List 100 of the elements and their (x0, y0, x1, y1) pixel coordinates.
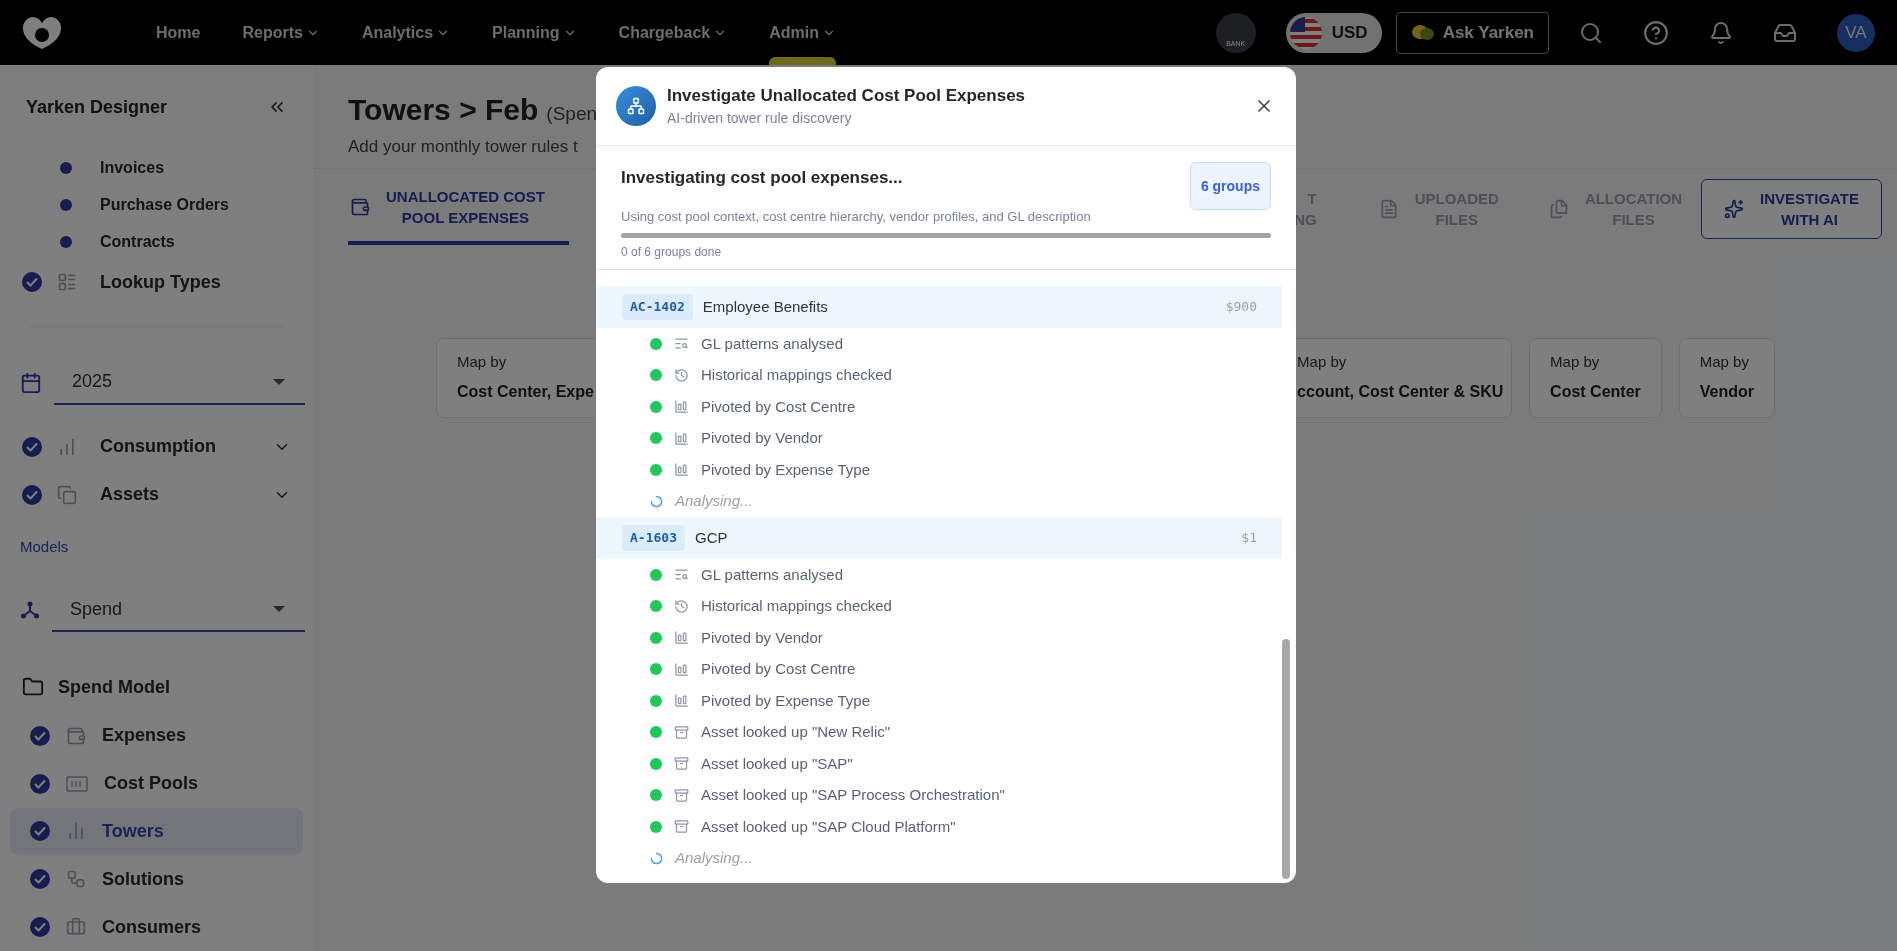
check-circle-icon (22, 484, 42, 505)
bell-icon[interactable] (1709, 20, 1733, 45)
wallet-icon (350, 197, 370, 217)
sidebar-item[interactable]: Towers (10, 807, 303, 856)
page-title: Towers > Feb (348, 92, 539, 128)
dialog-title: Investigate Unallocated Cost Pool Expenses (667, 84, 1027, 107)
nav-menu[interactable]: Home (156, 20, 201, 45)
dropdown-caret-icon (273, 606, 285, 613)
group-amount: $1 (1241, 529, 1257, 548)
stack-icon (57, 484, 77, 505)
ask-button[interactable]: Ask Yarken (1395, 11, 1549, 54)
nav-menu[interactable]: Admin (769, 20, 836, 45)
chart-icon (674, 462, 689, 478)
step-label: Historical mappings checked (701, 596, 892, 616)
step-label: Asset looked up "SAP Process Orchestration" (701, 785, 1005, 805)
chat-bubbles-icon (1410, 22, 1435, 43)
wallet-icon (66, 725, 86, 746)
step-label: Analysing... (675, 848, 753, 868)
map-option-card[interactable]: Map by Vendor (1678, 337, 1775, 418)
step-label: Pivoted by Vendor (701, 627, 823, 648)
sidebar-item[interactable]: Lookup Types (100, 268, 221, 296)
text-search-icon (674, 567, 689, 583)
page-tab[interactable]: UNALLOCATED COST POOL EXPENSES (348, 173, 569, 245)
groups-badge: 6 groups (1189, 162, 1271, 210)
step-label: Pivoted by Expense Type (701, 690, 870, 711)
check-circle-icon (30, 917, 50, 938)
step-label: Pivoted by Vendor (701, 428, 823, 448)
select-field[interactable]: Spend (52, 588, 305, 633)
step-label: GL patterns analysed (701, 564, 844, 585)
list-icon (57, 272, 77, 293)
step-label: Pivoted by Cost Centre (701, 659, 856, 679)
chart-icon (674, 630, 689, 646)
sidebar-item[interactable]: Purchase Orders (100, 192, 229, 217)
group-amount: $900 (1225, 298, 1257, 317)
chart-icon (674, 430, 689, 446)
help-icon[interactable] (1643, 19, 1669, 46)
check-circle-icon (30, 773, 50, 794)
sidebar-item[interactable]: Cost Pools (10, 759, 303, 808)
sidebar-item[interactable]: Consumers (10, 903, 303, 951)
search-icon[interactable] (1579, 20, 1603, 45)
check-circle-icon (22, 272, 42, 293)
sidebar-item[interactable]: Consumption (100, 433, 258, 461)
chart-icon (674, 399, 689, 415)
sidebar-item[interactable]: Solutions (10, 855, 303, 904)
nav-menu[interactable]: Analytics (361, 20, 451, 45)
page-subtitle: Add your monthly tower rules t (348, 136, 579, 158)
scrollbar-thumb[interactable] (1282, 639, 1290, 879)
group-code: A-1603 (622, 525, 685, 551)
sidebar-item[interactable]: Invoices (100, 156, 165, 181)
title-note: (Spen (546, 102, 598, 126)
group-code: AC-1402 (622, 294, 693, 320)
currency-button[interactable]: USD (1285, 12, 1382, 53)
section-heading: Models (20, 537, 69, 558)
investigate-button[interactable]: INVESTIGATE WITH AI (1701, 179, 1882, 239)
pool-icon (66, 775, 88, 792)
history-icon (674, 598, 689, 614)
bar-chart-icon (57, 436, 77, 457)
nav-menu[interactable]: Planning (492, 20, 577, 45)
step-label: Analysing... (675, 491, 753, 511)
sidebar-item[interactable]: Spend Model (58, 673, 170, 701)
bar-chart-icon (66, 821, 86, 842)
check-circle-icon (30, 821, 50, 842)
sidebar-item[interactable]: Expenses (10, 711, 303, 760)
step-label: Asset looked up "SAP" (701, 753, 853, 774)
map-option-card[interactable]: Map by Cost Center (1529, 337, 1662, 418)
archive-icon (674, 787, 689, 803)
flag-icon (1289, 16, 1322, 49)
select-field[interactable]: 2025 (54, 361, 305, 405)
check-circle-icon (22, 436, 42, 457)
files-icon (1548, 199, 1569, 219)
progress-description: Using cost pool context, cost centre hierarchy, vendor profiles, and GL description (621, 207, 1091, 226)
dialog-subtitle: AI-driven tower rule discovery (667, 109, 853, 129)
sidebar-title: Yarken Designer (26, 95, 168, 119)
nav-menu[interactable]: Chargeback (618, 20, 728, 45)
chart-icon (674, 661, 689, 677)
sidebar-item[interactable]: Assets (100, 481, 258, 509)
user-avatar[interactable]: VA (1837, 13, 1875, 52)
nav-menu[interactable]: Reports (242, 20, 320, 45)
check-circle-icon (30, 725, 50, 746)
folder-icon (22, 676, 44, 698)
workflow-icon (66, 869, 86, 890)
calendar-icon (20, 372, 42, 394)
archive-icon (674, 724, 689, 740)
sparkle-icon (1724, 199, 1745, 219)
branch-icon (20, 600, 40, 621)
text-search-icon (674, 336, 689, 352)
step-label: Pivoted by Expense Type (701, 459, 870, 480)
check-circle-icon (30, 869, 50, 890)
archive-icon (674, 819, 689, 835)
history-icon (674, 367, 689, 383)
briefcase-icon (66, 917, 86, 938)
progress-title: Investigating cost pool expenses... (621, 167, 904, 189)
group-name: GCP (694, 527, 729, 548)
dialog-icon (616, 86, 656, 126)
step-label: Asset looked up "New Relic" (701, 722, 891, 742)
progress-caption: 0 of 6 groups done (621, 244, 723, 261)
sidebar-item[interactable]: Contracts (100, 229, 175, 254)
group-name: Employee Benefits (702, 296, 829, 317)
dropdown-caret-icon (273, 379, 285, 385)
chart-icon (674, 693, 689, 709)
